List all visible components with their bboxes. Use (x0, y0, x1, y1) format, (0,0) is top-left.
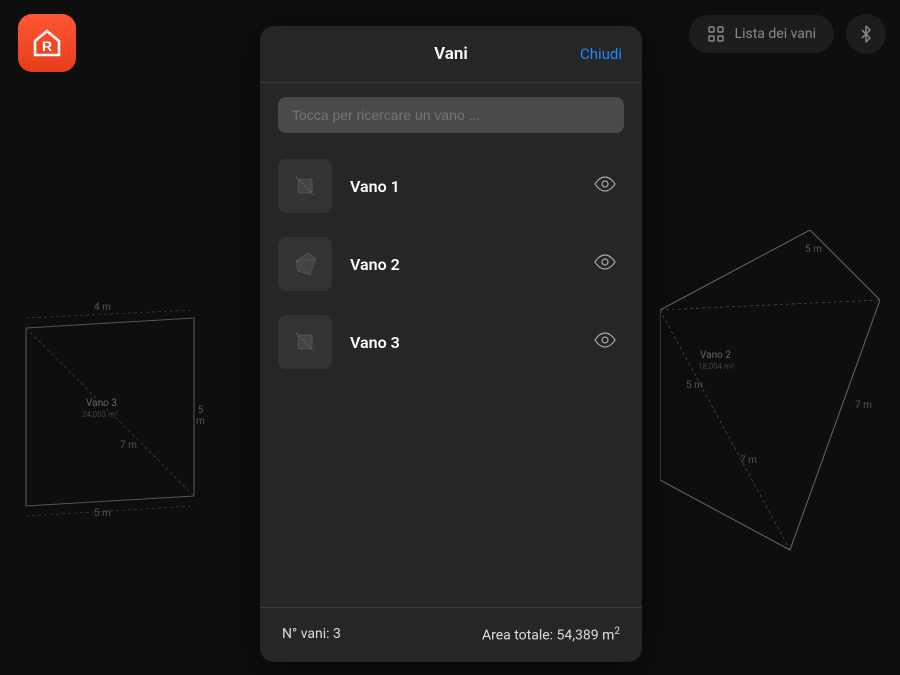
bg-dim-diag-right: 7 m (740, 455, 757, 466)
grid-icon (707, 25, 725, 43)
bg-dim-right-left: 5 m (196, 405, 205, 427)
room-count-label: N° vani: 3 (282, 626, 341, 644)
room-item[interactable]: Vano 3 (278, 307, 624, 385)
bg-dim-right-right: 7 m (855, 400, 872, 411)
bg-dim-top-right: 5 m (805, 244, 822, 255)
close-button[interactable]: Chiudi (580, 45, 622, 63)
top-toolbar: Lista dei vani (689, 14, 886, 54)
list-rooms-button[interactable]: Lista dei vani (689, 15, 834, 53)
background-room-right: 5 m 7 m 5 m 7 m Vano 2 18,004 m² (660, 230, 880, 560)
room-name-label: Vano 1 (350, 177, 568, 196)
visibility-toggle[interactable] (586, 324, 624, 360)
visibility-toggle[interactable] (586, 246, 624, 282)
list-rooms-label: Lista dei vani (735, 26, 816, 42)
room-thumbnail (278, 159, 332, 213)
bg-room-name-right: Vano 2 (700, 350, 731, 361)
room-shape-icon (290, 249, 320, 279)
room-thumbnail (278, 315, 332, 369)
svg-text:R: R (42, 38, 52, 54)
bluetooth-button[interactable] (846, 14, 886, 54)
modal-footer: N° vani: 3 Area totale: 54,389 m2 (260, 607, 642, 662)
background-room-left: 4 m 5 m 5 m 7 m Vano 3 24,003 m² (20, 310, 200, 510)
total-area-label: Area totale: 54,389 m2 (482, 626, 620, 644)
bg-room-area-left: 24,003 m² (82, 410, 118, 419)
eye-icon (594, 332, 616, 348)
search-input[interactable] (278, 97, 624, 133)
room-name-label: Vano 2 (350, 255, 568, 274)
bg-dim-bottom-left: 5 m (94, 508, 111, 519)
app-logo[interactable]: R (18, 14, 76, 72)
visibility-toggle[interactable] (586, 168, 624, 204)
bluetooth-icon (858, 25, 874, 43)
logo-icon: R (31, 27, 63, 59)
room-shape-icon (290, 327, 320, 357)
eye-icon (594, 176, 616, 192)
rooms-modal: Vani Chiudi Vano 1 (260, 26, 642, 662)
room-name-label: Vano 3 (350, 333, 568, 352)
room-item[interactable]: Vano 2 (278, 229, 624, 307)
room-shape-icon (290, 171, 320, 201)
room-thumbnail (278, 237, 332, 291)
room-list: Vano 1 Vano 2 (260, 147, 642, 607)
bg-dim-diag-left: 7 m (120, 440, 137, 451)
room-item[interactable]: Vano 1 (278, 151, 624, 229)
bg-room-area-right: 18,004 m² (698, 362, 734, 371)
bg-dim-inner-right: 5 m (686, 380, 703, 391)
bg-dim-top-left: 4 m (94, 302, 111, 313)
eye-icon (594, 254, 616, 270)
bg-room-name-left: Vano 3 (86, 398, 117, 409)
modal-header: Vani Chiudi (260, 26, 642, 83)
